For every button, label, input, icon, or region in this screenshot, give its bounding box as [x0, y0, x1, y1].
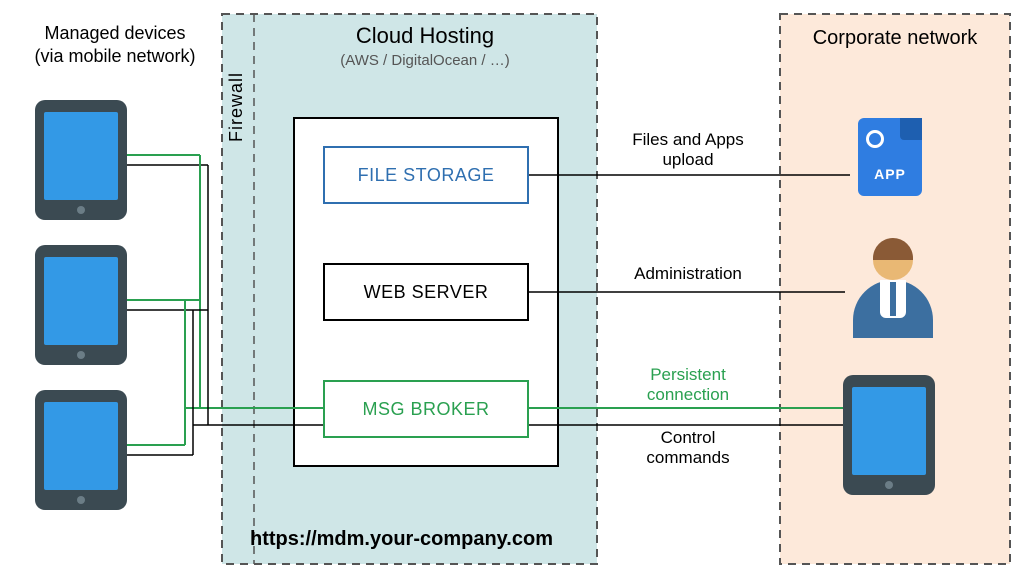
managed-device-1: [35, 100, 127, 220]
file-storage-box: FILE STORAGE: [323, 146, 529, 204]
msg-broker-box: MSG BROKER: [323, 380, 529, 438]
app-file-icon-label: APP: [858, 166, 922, 182]
web-server-box: WEB SERVER: [323, 263, 529, 321]
admin-person-icon: [848, 240, 938, 340]
corporate-title: Corporate network: [780, 26, 1010, 51]
firewall-label: Firewall: [226, 72, 247, 142]
app-file-icon: APP: [858, 118, 922, 196]
managed-device-3: [35, 390, 127, 510]
managed-device-2: [35, 245, 127, 365]
cloud-hosting-title: Cloud Hosting: [260, 22, 590, 50]
managed-devices-title: Managed devices(via mobile network): [15, 22, 215, 67]
cloud-hosting-subtitle: (AWS / DigitalOcean / …): [260, 52, 590, 71]
cloud-hosting-url: https://mdm.your-company.com: [250, 528, 553, 551]
corporate-device: [843, 375, 935, 495]
